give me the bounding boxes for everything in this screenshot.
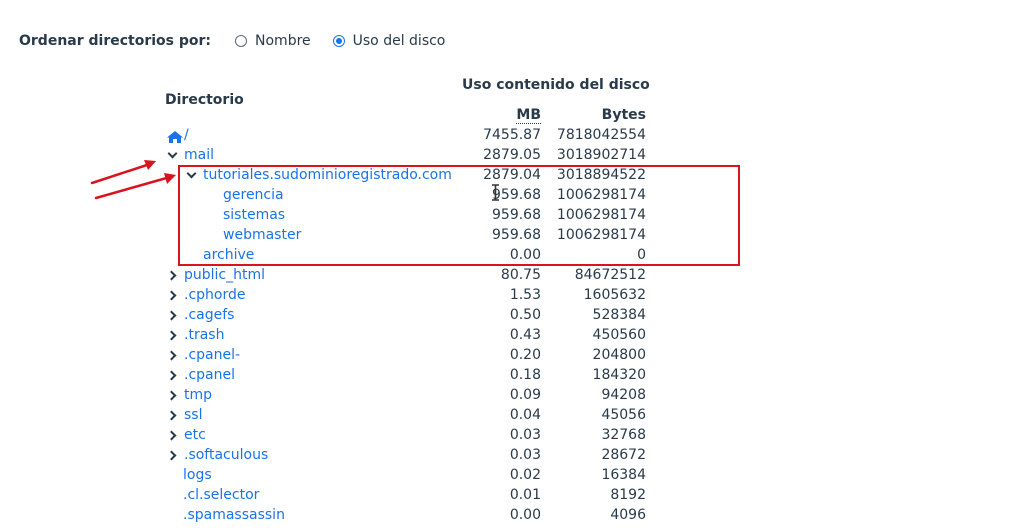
bytes-value: 8192 [610,487,646,503]
etc-dir-link[interactable]: etc [166,425,206,445]
sort-by-name-option[interactable]: Nombre [235,33,311,49]
mb-value: 80.75 [500,267,541,283]
mb-value: 0.43 [509,327,541,343]
cpanel-dash-dir-label: .cpanel- [184,347,241,363]
public-html-dir-label: public_html [184,267,266,283]
chevron-right-icon[interactable] [166,285,179,305]
bytes-value: 3018902714 [556,147,646,163]
disk-usage-column-header: Uso contenido del disco [462,77,650,93]
chevron-right-icon[interactable] [166,365,179,385]
bytes-value: 204800 [592,347,646,363]
mb-value: 0.20 [509,347,541,363]
cl-selector-dir-link[interactable]: .cl.selector [183,485,259,505]
bytes-value: 45056 [601,407,646,423]
cpanel-dir-label: .cpanel [184,367,235,383]
mb-value: 0.03 [509,447,541,463]
table-row-ssl: ssl 0.04 45056 [0,405,1020,425]
ssl-dir-link[interactable]: ssl [166,405,202,425]
sort-by-disk-usage-label: Uso del disco [352,33,446,49]
sort-by-disk-usage-option[interactable]: Uso del disco [332,33,446,49]
mb-value: 0.18 [509,367,541,383]
sort-by-disk-usage-radio[interactable] [332,35,345,47]
bytes-column-header: Bytes [601,107,646,123]
trash-dir-label: .trash [184,327,225,343]
trash-dir-link[interactable]: .trash [166,325,224,345]
bytes-value: 16384 [601,467,646,483]
table-row-cpanel-dash: .cpanel- 0.20 204800 [0,345,1020,365]
text-cursor-icon [492,184,499,201]
mb-value: 0.02 [509,467,541,483]
table-row-cphorde: .cphorde 1.53 1605632 [0,285,1020,305]
mb-value: 0.09 [509,387,541,403]
chevron-right-icon[interactable] [166,445,179,465]
mb-column-header: MB [480,107,541,124]
chevron-right-icon[interactable] [166,325,179,345]
softaculous-dir-label: .softaculous [184,447,269,463]
table-row-trash: .trash 0.43 450560 [0,325,1020,345]
mb-value: 0.04 [509,407,541,423]
table-row-cagefs: .cagefs 0.50 528384 [0,305,1020,325]
mb-value: 0.50 [509,307,541,323]
table-row-softaculous: .softaculous 0.03 28672 [0,445,1020,465]
table-row-tmp: tmp 0.09 94208 [0,385,1020,405]
chevron-right-icon[interactable] [166,425,179,445]
root-dir-label: / [184,127,189,143]
etc-dir-label: etc [184,427,206,443]
cagefs-dir-label: .cagefs [184,307,235,323]
table-row-spamassassin: .spamassassin 0.00 4096 [0,505,1020,525]
highlight-box [178,165,740,266]
sort-bar: Ordenar directorios por: Nombre Uso del … [19,30,467,52]
annotation-arrows-icon [90,160,176,200]
bytes-value: 4096 [610,507,646,523]
bytes-value: 184320 [592,367,646,383]
softaculous-dir-link[interactable]: .softaculous [166,445,268,465]
mb-value: 1.53 [509,287,541,303]
bytes-value: 28672 [601,447,646,463]
table-row-cpanel: .cpanel 0.18 184320 [0,365,1020,385]
mb-value: 0.01 [509,487,541,503]
bytes-value: 450560 [592,327,646,343]
table-row-root: / 7455.87 7818042554 [0,125,1020,145]
bytes-value: 7818042554 [556,127,646,143]
table-row-public-html: public_html 80.75 84672512 [0,265,1020,285]
directory-column-header: Directorio [165,92,244,108]
chevron-right-icon[interactable] [166,345,179,365]
mb-value: 0.00 [509,507,541,523]
mb-header-label: MB [516,107,541,124]
bytes-value: 84672512 [574,267,646,283]
table-row-logs: logs 0.02 16384 [0,465,1020,485]
mb-value: 7455.87 [483,127,541,143]
tmp-dir-link[interactable]: tmp [166,385,212,405]
chevron-right-icon[interactable] [166,265,179,285]
sort-by-name-radio[interactable] [235,35,248,47]
chevron-right-icon[interactable] [166,405,179,425]
cphorde-dir-label: .cphorde [184,287,246,303]
bytes-value: 528384 [592,307,646,323]
root-dir-link[interactable]: / [166,125,189,145]
cpanel-dash-dir-link[interactable]: .cpanel- [166,345,240,365]
table-row-etc: etc 0.03 32768 [0,425,1020,445]
sort-label: Ordenar directorios por: [19,33,212,49]
logs-dir-link[interactable]: logs [183,465,212,485]
sort-by-name-label: Nombre [255,33,311,49]
chevron-right-icon[interactable] [166,385,179,405]
spamassassin-dir-link[interactable]: .spamassassin [183,505,285,525]
mail-dir-label: mail [184,147,214,163]
mb-value: 2879.05 [483,147,541,163]
chevron-right-icon[interactable] [166,305,179,325]
bytes-value: 32768 [601,427,646,443]
table-row-cl-selector: .cl.selector 0.01 8192 [0,485,1020,505]
ssl-dir-label: ssl [184,407,203,423]
bytes-value: 1605632 [583,287,646,303]
cpanel-dir-link[interactable]: .cpanel [166,365,235,385]
home-icon [166,130,184,144]
mb-value: 0.03 [509,427,541,443]
cagefs-dir-link[interactable]: .cagefs [166,305,234,325]
bytes-value: 94208 [601,387,646,403]
cphorde-dir-link[interactable]: .cphorde [166,285,245,305]
tmp-dir-label: tmp [184,387,213,403]
public-html-dir-link[interactable]: public_html [166,265,265,285]
